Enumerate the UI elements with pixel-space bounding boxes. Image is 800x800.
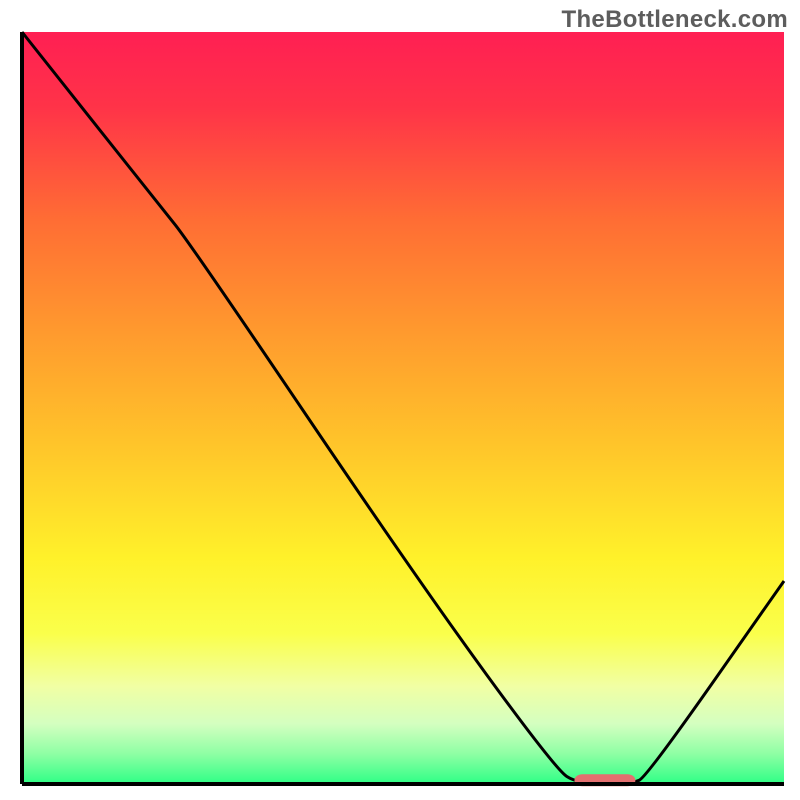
plot-background: [22, 32, 784, 784]
chart-container: TheBottleneck.com: [0, 0, 800, 800]
bottleneck-curve-plot: [0, 0, 800, 800]
watermark-text: TheBottleneck.com: [562, 6, 788, 34]
